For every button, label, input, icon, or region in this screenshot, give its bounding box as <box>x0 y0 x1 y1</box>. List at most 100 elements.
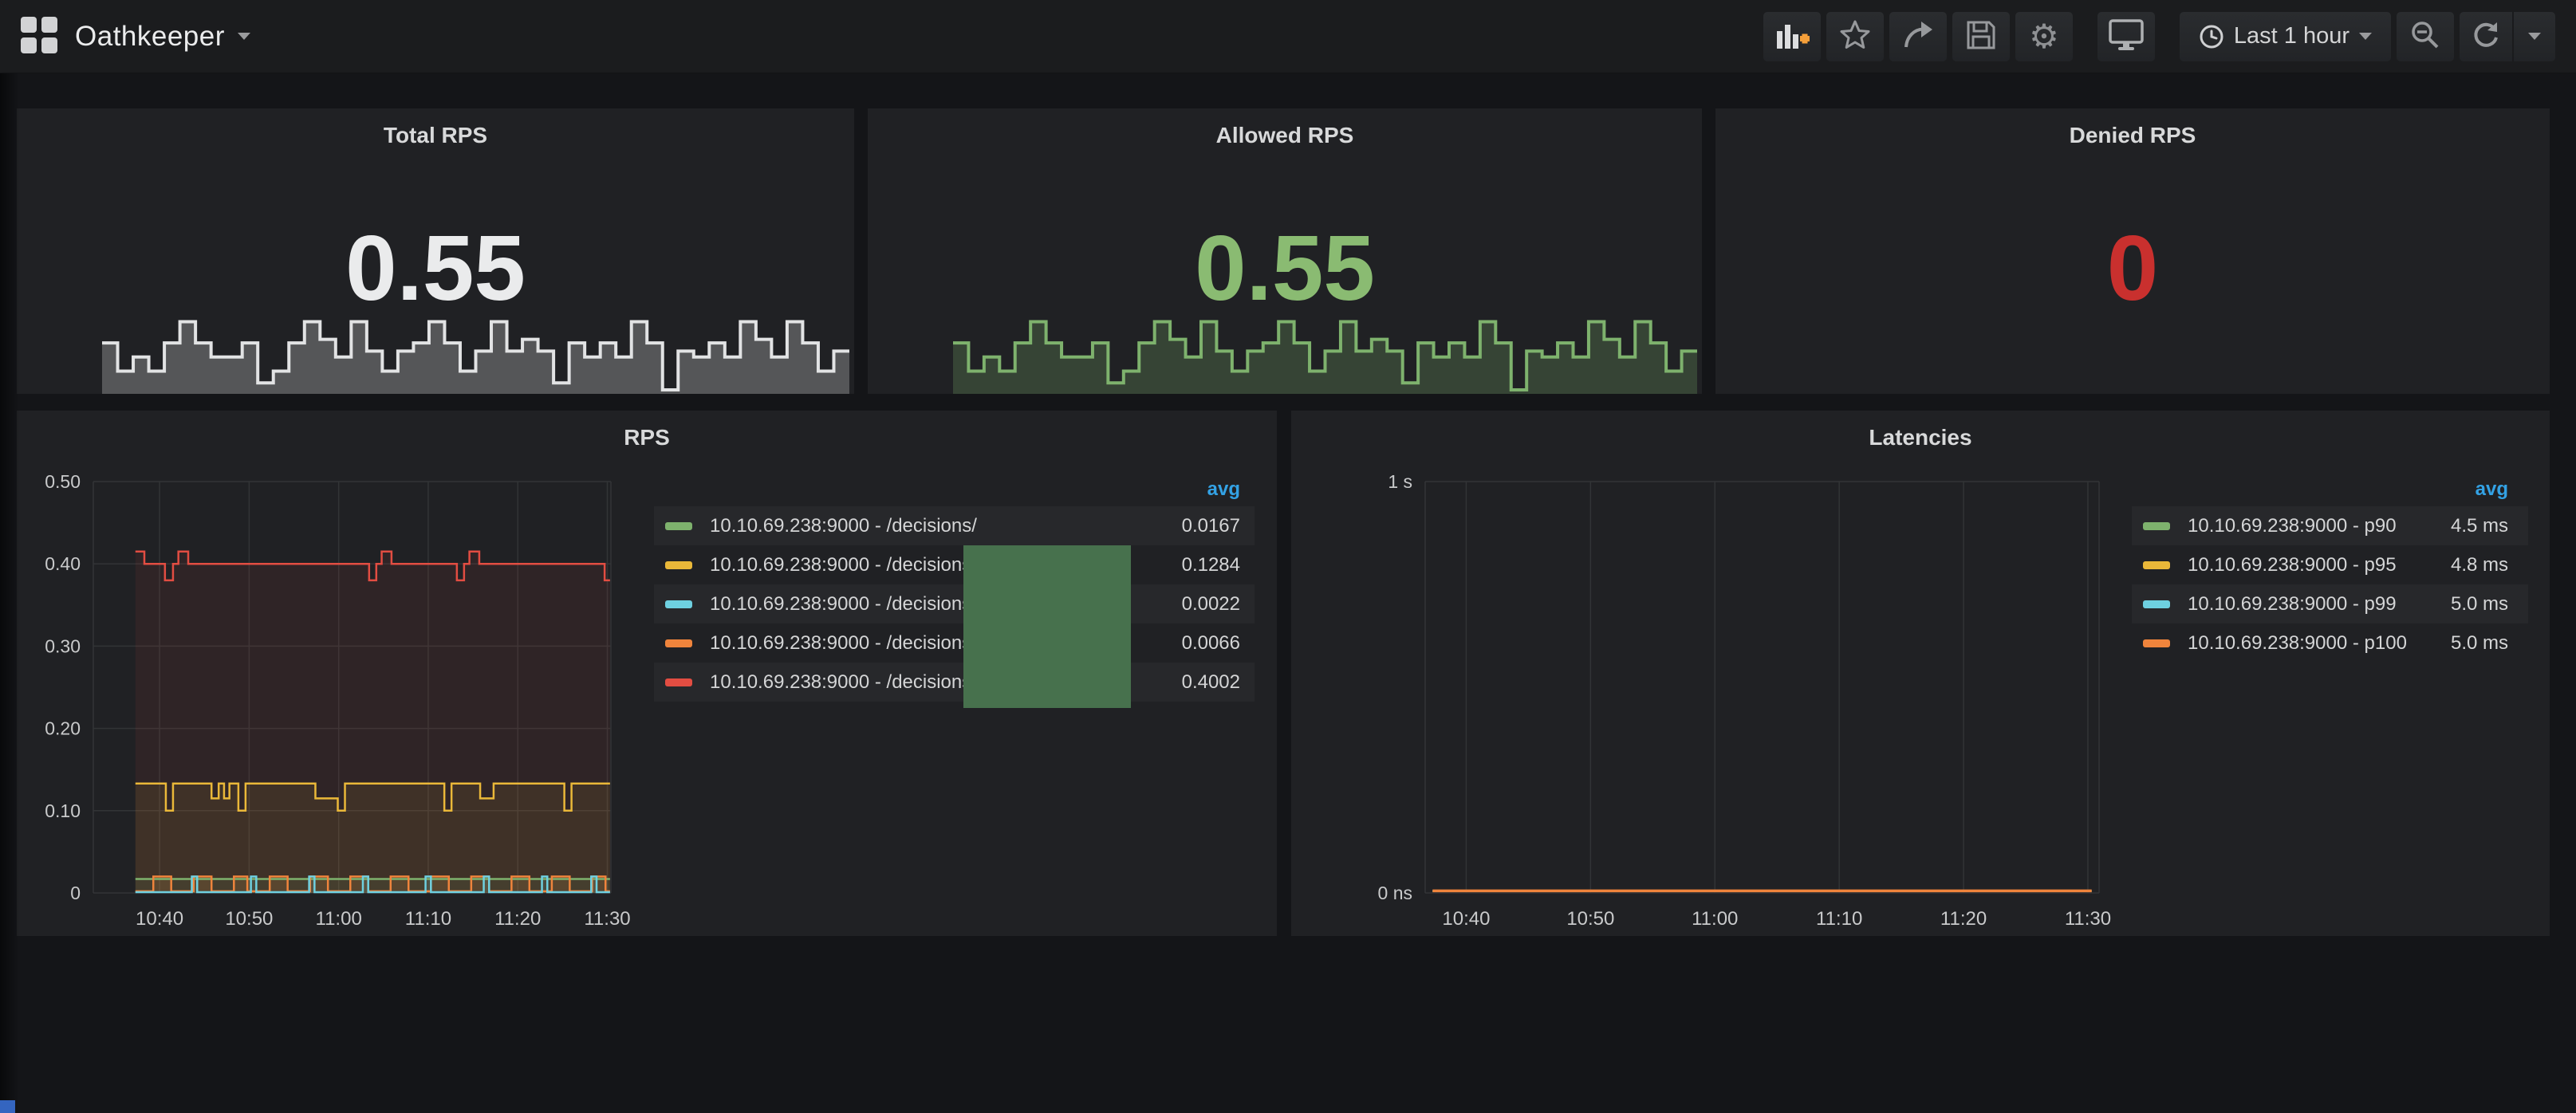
panel-title[interactable]: Total RPS <box>17 108 854 148</box>
navbar: Oathkeeper <box>0 0 2576 73</box>
svg-text:10:40: 10:40 <box>1442 908 1490 930</box>
refresh-button[interactable] <box>2460 12 2512 61</box>
svg-text:1 s: 1 s <box>1388 471 1412 492</box>
stat-value: 0 <box>1715 222 2550 314</box>
series-avg-value: 4.5 ms <box>2409 515 2528 537</box>
zoom-out-icon <box>2409 18 2442 54</box>
legend-row[interactable]: 10.10.69.238:9000 - p99 5.0 ms <box>2132 584 2528 623</box>
svg-text:11:30: 11:30 <box>2065 908 2111 930</box>
grid-icon <box>21 17 57 56</box>
legend-avg-header[interactable]: avg <box>2132 478 2528 506</box>
series-avg-value: 5.0 ms <box>2409 593 2528 615</box>
rps-chart-plot[interactable]: 10:4010:5011:0011:1011:2011:3000.100.200… <box>17 458 647 936</box>
svg-text:10:40: 10:40 <box>136 908 183 930</box>
legend-row[interactable]: 10.10.69.238:9000 - p100 5.0 ms <box>2132 623 2528 663</box>
zoom-out-time-button[interactable] <box>2397 12 2454 61</box>
series-color-swatch[interactable] <box>2143 639 2170 647</box>
svg-text:11:20: 11:20 <box>494 908 541 930</box>
svg-text:0.10: 0.10 <box>45 800 81 821</box>
star-icon <box>1838 18 1872 54</box>
panel-latencies-graph: Latencies 10:40 10:50 11:00 11:10 11:20 11:30… <box>1291 411 2550 936</box>
series-avg-value: 5.0 ms <box>2409 632 2528 655</box>
legend-row[interactable]: 10.10.69.238:9000 - p95 4.8 ms <box>2132 545 2528 584</box>
svg-text:11:00: 11:00 <box>316 908 362 930</box>
sparkline <box>953 297 1697 394</box>
chevron-down-icon <box>2359 33 2372 40</box>
series-avg-value: 0.1284 <box>1119 554 1255 576</box>
series-avg-value: 0.0167 <box>1119 515 1255 537</box>
series-label[interactable]: 10.10.69.238:9000 - p95 <box>2188 554 2409 576</box>
panel-title[interactable]: RPS <box>17 411 1277 450</box>
series-avg-value: 4.8 ms <box>2409 554 2528 576</box>
legend-row[interactable]: 10.10.69.238:9000 - /decisions/ 0.4002 <box>654 663 1255 702</box>
save-icon <box>1965 19 1997 53</box>
series-color-swatch[interactable] <box>665 600 692 608</box>
chevron-down-icon <box>238 33 250 40</box>
svg-text:11:00: 11:00 <box>1692 908 1738 930</box>
clock-icon <box>2199 24 2224 49</box>
series-color-swatch[interactable] <box>665 561 692 569</box>
add-panel-button[interactable] <box>1763 12 1821 61</box>
time-range-picker[interactable]: Last 1 hour <box>2180 12 2391 61</box>
dashboard-title: Oathkeeper <box>75 21 225 53</box>
save-dashboard-button[interactable] <box>1952 12 2010 61</box>
legend-row[interactable]: 10.10.69.238:9000 - /decisions/ 0.0066 <box>654 623 1255 663</box>
monitor-icon <box>2107 18 2145 55</box>
share-icon <box>1900 18 1936 54</box>
panel-total-rps: Total RPS 0.55 <box>17 108 854 394</box>
panel-rps-graph: RPS 10:4010:5011:0011:1011:2011:3000.100… <box>17 411 1277 936</box>
refresh-icon <box>2470 19 2502 53</box>
series-avg-value: 0.0022 <box>1119 593 1255 615</box>
panel-title[interactable]: Allowed RPS <box>868 108 1702 148</box>
legend-row[interactable]: 10.10.69.238:9000 - p90 4.5 ms <box>2132 506 2528 545</box>
latencies-legend: avg 10.10.69.238:9000 - p90 4.5 ms 10.10… <box>2132 478 2528 663</box>
star-dashboard-button[interactable] <box>1826 12 1884 61</box>
chevron-down-icon <box>2528 33 2541 40</box>
svg-text:0 ns: 0 ns <box>1378 883 1412 903</box>
series-color-swatch[interactable] <box>665 639 692 647</box>
svg-text:0.40: 0.40 <box>45 553 81 574</box>
svg-text:11:10: 11:10 <box>405 908 451 930</box>
series-color-swatch[interactable] <box>2143 522 2170 530</box>
panel-title[interactable]: Latencies <box>1291 411 2550 450</box>
legend-green-overlay-artifact <box>963 545 1131 708</box>
time-range-label: Last 1 hour <box>2234 23 2350 49</box>
sparkline <box>102 297 849 394</box>
share-dashboard-button[interactable] <box>1889 12 1947 61</box>
bottom-left-blue-artifact <box>0 1100 15 1113</box>
series-avg-value: 0.4002 <box>1119 671 1255 694</box>
refresh-interval-dropdown[interactable] <box>2514 12 2555 61</box>
series-label[interactable]: 10.10.69.238:9000 - p100 <box>2188 632 2409 655</box>
tv-mode-button[interactable] <box>2097 12 2155 61</box>
svg-text:0: 0 <box>70 883 81 903</box>
svg-text:11:10: 11:10 <box>1816 908 1862 930</box>
svg-text:10:50: 10:50 <box>225 908 273 930</box>
panel-denied-rps: Denied RPS 0 <box>1715 108 2550 394</box>
panel-allowed-rps: Allowed RPS 0.55 <box>868 108 1702 394</box>
series-avg-value: 0.0066 <box>1119 632 1255 655</box>
legend-row[interactable]: 10.10.69.238:9000 - /decisions/ 0.0022 <box>654 584 1255 623</box>
series-label[interactable]: 10.10.69.238:9000 - /decisions/ <box>710 515 1119 537</box>
svg-text:0.20: 0.20 <box>45 718 81 739</box>
refresh-split-button <box>2460 12 2555 61</box>
svg-text:10:50: 10:50 <box>1566 908 1614 930</box>
dashboard-settings-button[interactable]: ⚙ <box>2015 12 2073 61</box>
dashboard-title-dropdown[interactable]: Oathkeeper <box>75 21 250 53</box>
dashboards-grid-icon-button[interactable] <box>21 17 57 56</box>
panel-title[interactable]: Denied RPS <box>1715 108 2550 148</box>
series-color-swatch[interactable] <box>2143 561 2170 569</box>
series-label[interactable]: 10.10.69.238:9000 - p90 <box>2188 515 2409 537</box>
gear-icon: ⚙ <box>2029 20 2059 53</box>
legend-avg-header[interactable]: avg <box>654 478 1255 506</box>
series-color-swatch[interactable] <box>2143 600 2170 608</box>
series-label[interactable]: 10.10.69.238:9000 - p99 <box>2188 593 2409 615</box>
svg-text:11:20: 11:20 <box>1940 908 1987 930</box>
legend-row[interactable]: 10.10.69.238:9000 - /decisions/ 0.1284 <box>654 545 1255 584</box>
rps-legend: avg 10.10.69.238:9000 - /decisions/ 0.01… <box>654 478 1255 702</box>
series-color-swatch[interactable] <box>665 678 692 686</box>
latencies-chart-plot[interactable]: 10:40 10:50 11:00 11:10 11:20 11:30 0 ns 1 s <box>1291 458 2137 936</box>
svg-text:0.50: 0.50 <box>45 471 81 492</box>
series-color-swatch[interactable] <box>665 522 692 530</box>
legend-row[interactable]: 10.10.69.238:9000 - /decisions/ 0.0167 <box>654 506 1255 545</box>
svg-text:0.30: 0.30 <box>45 635 81 656</box>
